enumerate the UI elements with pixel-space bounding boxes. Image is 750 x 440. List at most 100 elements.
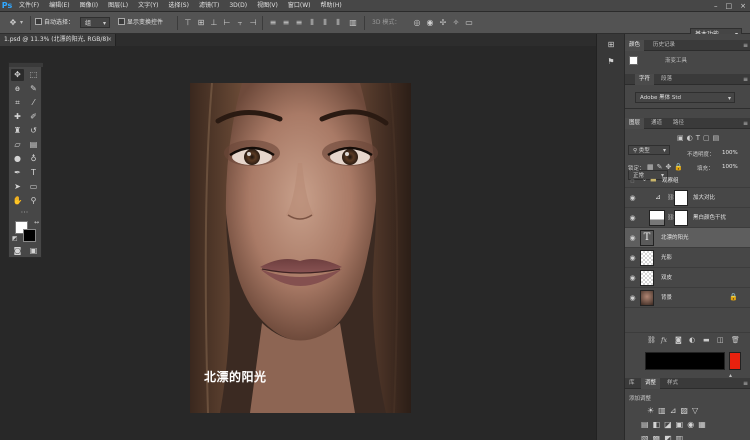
add-mask-icon[interactable]: ◙ — [675, 336, 682, 344]
layer-style-icon[interactable]: fx — [661, 336, 667, 344]
marquee-tool-icon[interactable]: ⬚ — [27, 69, 40, 81]
properties-panel-icon[interactable]: ⚑ — [605, 56, 617, 68]
history-panel-icon[interactable]: ⊞ — [605, 39, 617, 51]
link-layers-icon[interactable]: ⛓ — [647, 336, 656, 344]
tab-styles[interactable]: 样式 — [663, 378, 682, 389]
visibility-eye-icon[interactable]: ◉ — [628, 234, 637, 242]
adjustment-icons-row-1[interactable]: ☀▥⊿▨▽ — [647, 406, 702, 415]
distribute-vcenter-icon[interactable]: ≡ — [281, 17, 291, 28]
distribute-right-icon[interactable]: ⦀ — [333, 17, 343, 28]
align-vcenter-icon[interactable]: ⊞ — [196, 17, 206, 28]
layer-row-text-selected[interactable]: ◉ T 北漂的阳光 — [625, 228, 750, 248]
visibility-eye-icon[interactable]: ◉ — [628, 294, 637, 302]
adjustment-icons-row-2[interactable]: ▤◧◪▣◉▦ — [641, 420, 710, 429]
panel-menu-icon[interactable]: ≡ — [743, 74, 748, 85]
layer-row-pixel[interactable]: ◉ 光影 — [625, 248, 750, 268]
quick-select-tool-icon[interactable]: ✎ — [27, 83, 40, 95]
slide-3d-icon[interactable]: ✧ — [451, 17, 461, 28]
brush-tool-icon[interactable]: ✐ — [27, 111, 40, 123]
menu-window[interactable]: 窗口(W) — [283, 0, 316, 12]
tab-paragraph[interactable]: 段落 — [657, 74, 676, 85]
pan-3d-icon[interactable]: ✢ — [438, 17, 448, 28]
new-layer-icon[interactable]: ◫ — [717, 336, 724, 344]
lasso-tool-icon[interactable]: ɵ — [11, 83, 24, 95]
layer-row-adjustment-mask[interactable]: ◉ ⛓ 黑白颜色干扰 — [625, 208, 750, 228]
distribute-bottom-icon[interactable]: ≡ — [294, 17, 304, 28]
menu-filter[interactable]: 滤镜(T) — [194, 0, 224, 12]
text-layer-icon[interactable]: T — [640, 230, 654, 246]
layer-row-background[interactable]: ◉ 背景 🔒 — [625, 288, 750, 308]
dodge-tool-icon[interactable]: ♁ — [27, 153, 40, 165]
scale-3d-icon[interactable]: ▭ — [464, 17, 474, 28]
menu-help[interactable]: 帮助(H) — [316, 0, 347, 12]
path-select-tool-icon[interactable]: ➤ — [11, 181, 24, 193]
type-tool-icon[interactable]: T — [27, 167, 40, 179]
close-document-icon[interactable]: × — [107, 34, 112, 46]
visibility-eye-icon[interactable]: ◉ — [628, 254, 637, 262]
group-expand-icon[interactable]: ⌄ — [642, 176, 647, 183]
crop-tool-icon[interactable]: ⌗ — [11, 97, 24, 109]
menu-type[interactable]: 文字(Y) — [133, 0, 163, 12]
document-tab[interactable]: 1.psd @ 11.3% (北漂的阳光, RGB/8) × — [0, 34, 116, 46]
menu-file[interactable]: 文件(F) — [14, 0, 44, 12]
align-left-icon[interactable]: ⊢ — [222, 17, 232, 28]
fill-value[interactable]: 100% — [722, 164, 738, 170]
visibility-eye-icon[interactable]: ◉ — [628, 274, 637, 282]
eyedropper-tool-icon[interactable]: ⁄ — [27, 97, 40, 109]
tools-panel-grip[interactable] — [9, 63, 43, 67]
adjustment-thumbnail[interactable] — [649, 210, 665, 226]
default-colors-icon[interactable]: ◩ — [12, 235, 18, 242]
align-bottom-icon[interactable]: ⊥ — [209, 17, 219, 28]
auto-select-checkbox[interactable] — [35, 18, 42, 25]
visibility-eye-icon[interactable]: ◉ — [628, 214, 637, 222]
zoom-tool-icon[interactable]: ⚲ — [27, 195, 40, 207]
visibility-eye-icon[interactable]: ◉ — [628, 194, 637, 202]
menu-edit[interactable]: 编辑(E) — [44, 0, 74, 12]
blur-tool-icon[interactable]: ● — [11, 153, 24, 165]
gradient-preview[interactable] — [645, 352, 725, 370]
maximize-button[interactable]: □ — [726, 2, 733, 10]
gradient-color-stop[interactable] — [729, 352, 741, 370]
layer-filter-icons[interactable]: ▣◐T▢▤ — [677, 134, 722, 142]
photoshop-logo[interactable]: Ps — [0, 0, 14, 12]
minimize-button[interactable]: – — [714, 2, 718, 10]
distribute-left-icon[interactable]: ⦀ — [307, 17, 317, 28]
hand-tool-icon[interactable]: ✋ — [11, 195, 24, 207]
opacity-value[interactable]: 100% — [722, 150, 738, 156]
roll-3d-icon[interactable]: ◉ — [425, 17, 435, 28]
align-top-icon[interactable]: ⊤ — [183, 17, 193, 28]
quick-mask-icon[interactable]: ◙ — [11, 245, 24, 257]
close-window-button[interactable]: × — [740, 2, 746, 10]
move-tool-preset-icon[interactable]: ✥ — [8, 17, 18, 28]
layer-thumbnail[interactable] — [640, 290, 654, 306]
more-tools-icon[interactable]: ··· — [18, 207, 31, 219]
tab-channels[interactable]: 通道 — [647, 118, 666, 129]
orbit-3d-icon[interactable]: ◎ — [412, 17, 422, 28]
tab-character[interactable]: 字符 — [635, 74, 655, 85]
new-adjustment-icon[interactable]: ◐ — [689, 336, 695, 344]
font-family-dropdown[interactable]: Adobe 黑体 Std — [635, 92, 735, 104]
pen-tool-icon[interactable]: ✒ — [11, 167, 24, 179]
menu-image[interactable]: 图像(I) — [75, 0, 103, 12]
layer-row-adjustment[interactable]: ◉ ⊿ ⛓ 加大对比 — [625, 188, 750, 208]
swap-colors-icon[interactable]: ↔ — [34, 219, 39, 226]
visibility-toggle-icon[interactable]: ▫ — [628, 177, 637, 185]
auto-select-dropdown[interactable]: 组 — [80, 17, 110, 29]
panel-menu-icon[interactable]: ≡ — [743, 378, 748, 389]
tab-color[interactable]: 颜色 — [625, 40, 645, 51]
tab-history[interactable]: 历史记录 — [649, 40, 679, 51]
menu-layer[interactable]: 图层(L) — [103, 0, 133, 12]
lock-icons[interactable]: ▦✎✥🔒 — [647, 163, 686, 171]
screen-mode-icon[interactable]: ▣ — [27, 245, 40, 257]
panel-menu-icon[interactable]: ≡ — [743, 40, 748, 51]
align-right-icon[interactable]: ⊣ — [248, 17, 258, 28]
panel-menu-icon[interactable]: ≡ — [743, 118, 748, 129]
tab-layers[interactable]: 图层 — [625, 118, 645, 129]
healing-brush-tool-icon[interactable]: ✚ — [11, 111, 24, 123]
tab-libraries[interactable]: 库 — [625, 378, 639, 389]
color-panel-swatch[interactable] — [629, 56, 638, 65]
layer-row-group[interactable]: ▫ ⌄ ▬ 观察组 — [625, 174, 750, 188]
new-group-icon[interactable]: ▬ — [703, 336, 710, 344]
layer-row-pixel[interactable]: ◉ 双皮 — [625, 268, 750, 288]
menu-view[interactable]: 视图(V) — [252, 0, 283, 12]
